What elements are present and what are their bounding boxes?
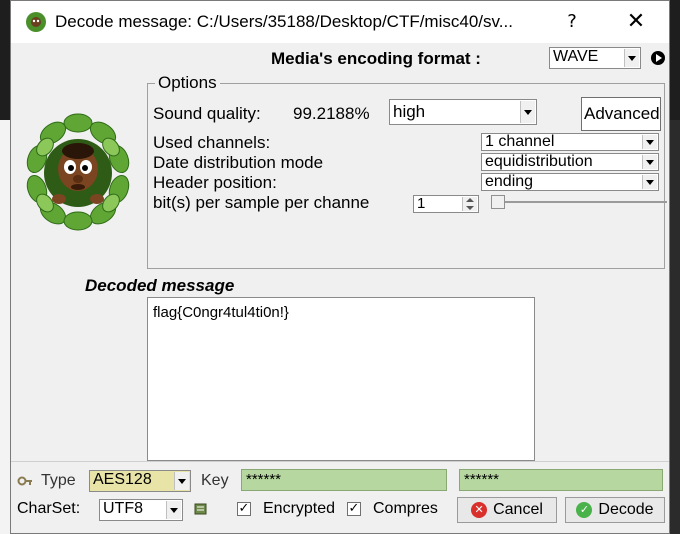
spinner-arrows-icon[interactable] (462, 197, 477, 211)
bits-slider-track[interactable] (497, 201, 667, 203)
encrypted-label: Encrypted (263, 500, 336, 517)
charset-value: UTF8 (103, 500, 143, 517)
advanced-button[interactable]: Advanced (581, 97, 661, 131)
bits-slider-thumb[interactable] (491, 195, 505, 209)
crypto-type-select[interactable]: AES128 (89, 470, 191, 492)
bits-per-sample-value: 1 (417, 195, 426, 212)
bits-per-sample-label: bit(s) per sample per channe (153, 193, 370, 212)
window-title: Decode message: C:/Users/35188/Desktop/C… (55, 12, 513, 31)
chevron-down-icon (520, 101, 535, 123)
decoded-message-textarea[interactable]: flag{C0ngr4tul4ti0n!} (147, 297, 535, 461)
chevron-down-icon (624, 49, 639, 67)
key-input-value: ****** (246, 471, 282, 488)
mascot-image (23, 107, 133, 233)
app-logo-icon (25, 11, 47, 33)
used-channels-value: 1 channel (485, 133, 555, 150)
key-label: Key (201, 472, 229, 489)
decode-dialog: Decode message: C:/Users/35188/Desktop/C… (10, 0, 670, 534)
help-button[interactable]: ? (559, 9, 585, 35)
title-bar: Decode message: C:/Users/35188/Desktop/C… (11, 1, 669, 43)
sound-quality-value: 99.2188% (293, 104, 370, 123)
chevron-down-icon (174, 472, 189, 490)
play-icon[interactable] (651, 51, 665, 65)
crypto-type-value: AES128 (93, 471, 152, 488)
compressed-checkbox[interactable]: ✓ (347, 502, 361, 516)
chevron-down-icon (166, 501, 181, 519)
encrypted-checkbox[interactable]: ✓ (237, 502, 251, 516)
charset-select[interactable]: UTF8 (99, 499, 183, 521)
advanced-button-label: Advanced (584, 104, 660, 123)
separator-line (11, 461, 669, 462)
checkmark-icon: ✓ (576, 502, 593, 518)
key-input[interactable]: ****** (241, 469, 447, 491)
decoded-message-title: Decoded message (85, 276, 235, 295)
sound-quality-label: Sound quality: (153, 104, 261, 123)
distribution-value: equidistribution (485, 153, 593, 170)
chevron-down-icon (642, 155, 657, 169)
header-position-select[interactable]: ending (481, 173, 659, 191)
used-channels-select[interactable]: 1 channel (481, 133, 659, 151)
edit-charset-icon[interactable] (193, 501, 209, 517)
media-format-value: WAVE (553, 48, 599, 65)
close-button[interactable]: ✕ (621, 9, 651, 35)
distribution-select[interactable]: equidistribution (481, 153, 659, 171)
options-title: Options (155, 73, 220, 93)
header-position-label: Header position: (153, 173, 277, 192)
type-label: Type (41, 472, 76, 489)
key-confirm-input-value: ****** (464, 471, 500, 488)
decode-button-label: Decode (598, 501, 654, 518)
bits-per-sample-spinner[interactable]: 1 (413, 195, 479, 213)
quality-select[interactable]: high (389, 99, 537, 125)
chevron-down-icon (642, 175, 657, 189)
distribution-label: Date distribution mode (153, 153, 324, 172)
chevron-down-icon (642, 135, 657, 149)
desktop-background-left-light (0, 120, 10, 534)
media-format-label: Media's encoding format : (271, 49, 481, 68)
compressed-label: Compres (373, 500, 438, 517)
media-format-select[interactable]: WAVE (549, 47, 641, 69)
key-icon (17, 473, 33, 489)
used-channels-label: Used channels: (153, 133, 271, 152)
cancel-button[interactable]: ✕ Cancel (457, 497, 557, 523)
charset-label: CharSet: (17, 500, 81, 517)
cancel-button-label: Cancel (493, 501, 543, 518)
quality-select-value: high (393, 102, 426, 121)
header-position-value: ending (485, 173, 534, 190)
cancel-icon: ✕ (471, 502, 488, 518)
key-confirm-input[interactable]: ****** (459, 469, 663, 491)
decoded-message-text: flag{C0ngr4tul4ti0n!} (153, 304, 289, 321)
decode-button[interactable]: ✓ Decode (565, 497, 665, 523)
